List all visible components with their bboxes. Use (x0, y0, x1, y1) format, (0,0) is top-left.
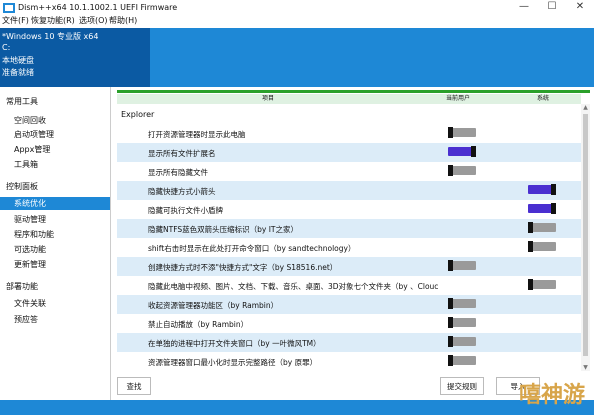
toggle-knob (448, 336, 453, 347)
col-current-user[interactable]: 当前用户 (446, 94, 470, 104)
image-info-header: *Windows 10 专业版 x64 C: 本地硬盘 准备就绪 (0, 28, 594, 87)
os-name: *Windows 10 专业版 x64 (2, 32, 99, 41)
image-info-panel[interactable]: *Windows 10 专业版 x64 C: 本地硬盘 准备就绪 (0, 28, 150, 87)
sidebar-item[interactable]: 更新管理 (0, 258, 124, 271)
setting-row: 资源管理器窗口最小化时显示完整路径（by 原罪） (117, 352, 581, 371)
system-toggle[interactable] (528, 279, 556, 290)
setting-label: 隐藏此电脑中视频、图片、文档、下载、音乐、桌面、3D对象七个文件夹（by 、Cl… (148, 282, 439, 291)
system-toggle[interactable] (528, 222, 556, 233)
scrollbar[interactable]: ▲ ▼ (581, 104, 590, 371)
current-user-toggle[interactable] (448, 355, 476, 366)
sidebar-item[interactable]: 系统优化 (0, 197, 124, 210)
status-text: 准备就绪 (2, 68, 34, 77)
column-header: 项目 当前用户 系统 (117, 94, 581, 104)
menu-restore[interactable]: 恢复功能(R) (31, 15, 75, 26)
toggle-knob (551, 184, 556, 195)
current-user-toggle[interactable] (448, 336, 476, 347)
toggle-knob (528, 279, 533, 290)
main-content: 项目 当前用户 系统 Explorer 打开资源管理器时显示此电脑 显示所有文件扩… (110, 87, 594, 400)
sidebar-item[interactable]: 工具箱 (0, 158, 124, 171)
setting-label: shift右击时显示在此处打开命令窗口（by sandtechnology） (148, 244, 356, 253)
watermark: 嘻神游 (518, 383, 585, 408)
toggle-knob (448, 355, 453, 366)
sidebar-item: 控制面板 (6, 182, 38, 191)
setting-row: 禁止自动播放（by Rambin） (117, 314, 581, 333)
setting-row: shift右击时显示在此处打开命令窗口（by sandtechnology） (117, 238, 581, 257)
toggle-knob (551, 203, 556, 214)
sidebar-item[interactable]: 驱动管理 (0, 213, 124, 226)
setting-row: 收起资源管理器功能区（by Rambin） (117, 295, 581, 314)
setting-row: 隐藏可执行文件小盾牌 (117, 200, 581, 219)
col-item[interactable]: 项目 (262, 94, 274, 104)
menu-file[interactable]: 文件(F) (2, 15, 29, 26)
sidebar-item[interactable]: Appx管理 (0, 143, 124, 156)
sidebar-item[interactable]: 启动项管理 (0, 128, 124, 141)
setting-label: 隐藏快捷方式小箭头 (148, 187, 216, 196)
setting-row: 显示所有文件扩展名 (117, 143, 581, 162)
setting-label: 显示所有隐藏文件 (148, 168, 208, 177)
sidebar-item[interactable]: 可选功能 (0, 243, 124, 256)
setting-row: 隐藏快捷方式小箭头 (117, 181, 581, 200)
system-toggle[interactable] (528, 241, 556, 252)
current-user-toggle[interactable] (448, 146, 476, 157)
setting-row: 隐藏此电脑中视频、图片、文档、下载、音乐、桌面、3D对象七个文件夹（by 、Cl… (117, 276, 581, 295)
setting-row: 隐藏NTFS蓝色双箭头压缩标识（by IT之家） (117, 219, 581, 238)
setting-label: 收起资源管理器功能区（by Rambin） (148, 301, 279, 310)
search-button[interactable]: 查找 (117, 377, 151, 395)
toggle-knob (448, 317, 453, 328)
toggle-knob (471, 146, 476, 157)
sidebar-item[interactable]: 文件关联 (0, 297, 124, 310)
drive-type: 本地硬盘 (2, 56, 34, 65)
sidebar-item: 常用工具 (6, 97, 38, 106)
app-icon (3, 3, 15, 13)
drive-letter: C: (2, 43, 11, 52)
toggle-knob (448, 165, 453, 176)
title-bar: Dism++x64 10.1.1002.1 UEFI Firmware — ☐ … (0, 0, 594, 28)
scroll-up-icon[interactable]: ▲ (581, 104, 590, 111)
col-system[interactable]: 系统 (537, 94, 549, 104)
setting-row: 在单独的进程中打开文件夹窗口（by 一叶微风TM） (117, 333, 581, 352)
setting-row: 创建快捷方式时不添"快捷方式"文字（by S18516.net） (117, 257, 581, 276)
setting-row: 打开资源管理器时显示此电脑 (117, 124, 581, 143)
setting-label: 隐藏NTFS蓝色双箭头压缩标识（by IT之家） (148, 225, 299, 234)
toggle-knob (448, 127, 453, 138)
sidebar-item[interactable]: 空间回收 (0, 114, 124, 127)
current-user-toggle[interactable] (448, 260, 476, 271)
setting-label: 禁止自动播放（by Rambin） (148, 320, 249, 329)
setting-label: 打开资源管理器时显示此电脑 (148, 130, 246, 139)
setting-label: 创建快捷方式时不添"快捷方式"文字（by S18516.net） (148, 263, 338, 272)
current-user-toggle[interactable] (448, 127, 476, 138)
current-user-toggle[interactable] (448, 298, 476, 309)
window-title: Dism++x64 10.1.1002.1 UEFI Firmware (18, 3, 178, 12)
setting-label: 隐藏可执行文件小盾牌 (148, 206, 223, 215)
progress-bar (117, 90, 590, 93)
system-toggle[interactable] (528, 203, 556, 214)
menu-help[interactable]: 帮助(H) (109, 15, 137, 26)
scroll-down-icon[interactable]: ▼ (581, 364, 590, 371)
maximize-button[interactable]: ☐ (538, 0, 566, 14)
sidebar: 常用工具空间回收 启动项管理 Appx管理 工具箱控制面板系统优化驱动管理程序和功能可… (0, 87, 124, 400)
setting-label: 在单独的进程中打开文件夹窗口（by 一叶微风TM） (148, 339, 321, 348)
submit-rule-button[interactable]: 提交规则 (440, 377, 484, 395)
setting-label: 显示所有文件扩展名 (148, 149, 216, 158)
setting-label: 资源管理器窗口最小化时显示完整路径（by 原罪） (148, 358, 318, 367)
system-toggle[interactable] (528, 184, 556, 195)
setting-row: 显示所有隐藏文件 (117, 162, 581, 181)
minimize-button[interactable]: — (510, 0, 538, 14)
toggle-knob (528, 222, 533, 233)
menu-options[interactable]: 选项(O) (79, 15, 108, 26)
sidebar-item: 部署功能 (6, 282, 38, 291)
close-button[interactable]: ✕ (566, 0, 594, 14)
sidebar-item[interactable]: 预应答 (0, 313, 124, 326)
current-user-toggle[interactable] (448, 165, 476, 176)
group-title: Explorer (121, 110, 155, 119)
scroll-thumb[interactable] (583, 114, 588, 356)
sidebar-item[interactable]: 程序和功能 (0, 228, 124, 241)
toggle-knob (448, 260, 453, 271)
toggle-knob (528, 241, 533, 252)
current-user-toggle[interactable] (448, 317, 476, 328)
toggle-knob (448, 298, 453, 309)
status-bar (0, 400, 594, 415)
